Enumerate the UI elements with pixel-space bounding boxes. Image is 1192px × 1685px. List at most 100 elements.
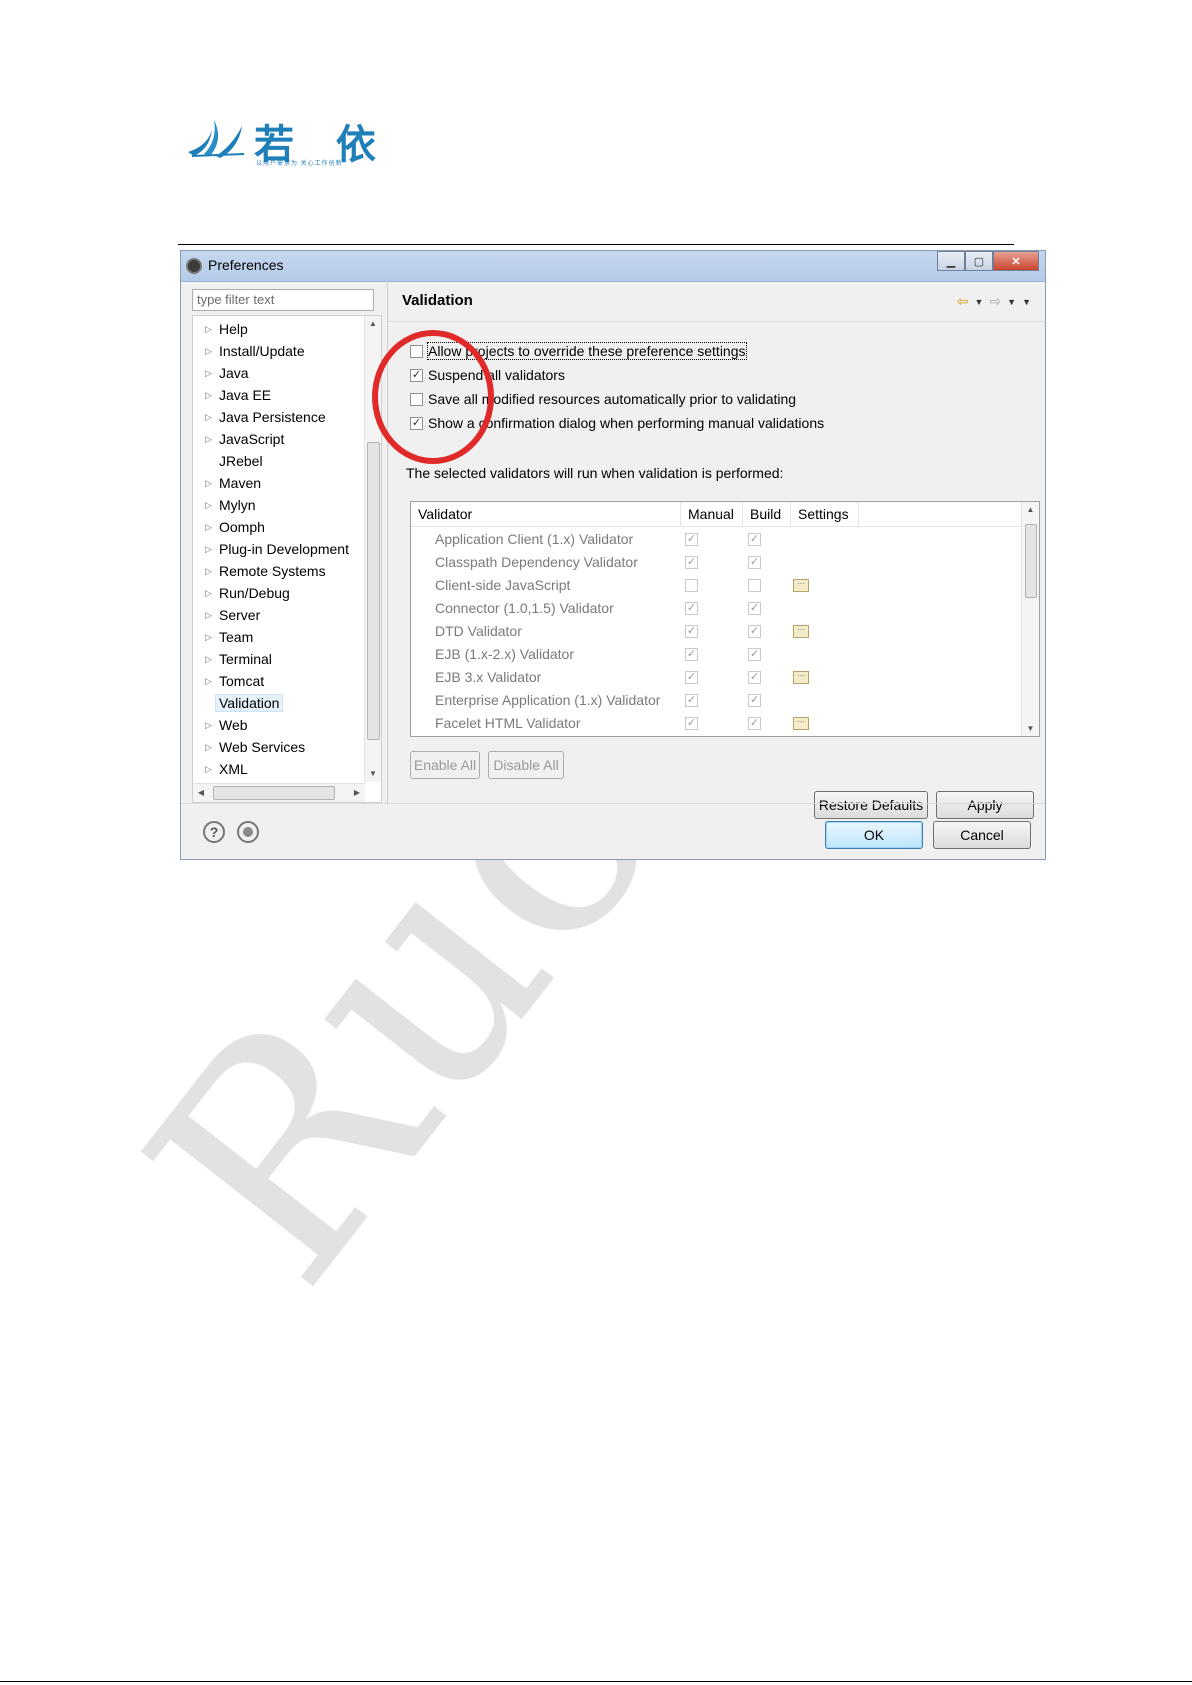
enable-all-button[interactable]: Enable All — [410, 751, 480, 779]
option-checkbox-row[interactable]: ✓ Suspend all validators — [410, 365, 565, 385]
build-checkbox[interactable]: ✓ — [748, 602, 761, 615]
table-row[interactable]: EJB (1.x-2.x) Validator ✓ ✓ — [411, 643, 1023, 666]
tree-item[interactable]: ▷ Install/Update — [193, 340, 361, 362]
settings-button[interactable]: ··· — [793, 717, 809, 730]
view-menu-icon[interactable]: ▼ — [1022, 297, 1031, 310]
maximize-icon[interactable]: ▢ — [965, 251, 993, 271]
expand-arrow-icon[interactable]: ▷ — [205, 758, 212, 780]
back-dropdown-icon[interactable]: ▼ — [975, 297, 984, 310]
option-checkbox[interactable]: ✓ — [410, 416, 423, 430]
tree-item[interactable]: ▷ XML — [193, 758, 361, 780]
build-checkbox[interactable]: ✓ — [748, 717, 761, 730]
tree-vertical-scrollbar[interactable]: ▲ ▼ — [364, 316, 381, 782]
scroll-thumb[interactable] — [213, 786, 335, 800]
record-icon[interactable] — [237, 821, 259, 843]
expand-arrow-icon[interactable]: ▷ — [205, 670, 212, 692]
option-checkbox-row[interactable]: Allow projects to override these prefere… — [410, 341, 747, 361]
expand-arrow-icon[interactable]: ▷ — [205, 384, 212, 406]
expand-arrow-icon[interactable]: ▷ — [205, 560, 212, 582]
manual-checkbox[interactable]: ✓ — [685, 648, 698, 661]
build-checkbox[interactable]: ✓ — [748, 533, 761, 546]
table-vertical-scrollbar[interactable]: ▲ ▼ — [1021, 502, 1039, 736]
table-row[interactable]: Enterprise Application (1.x) Validator ✓ ✓ — [411, 689, 1023, 712]
table-row[interactable]: Application Client (1.x) Validator ✓ ✓ — [411, 528, 1023, 551]
close-icon[interactable]: ✕ — [993, 251, 1039, 271]
tree-item[interactable]: ▷ Maven — [193, 472, 361, 494]
expand-arrow-icon[interactable]: ▷ — [205, 362, 212, 384]
tree-item[interactable]: ▷ Terminal — [193, 648, 361, 670]
table-row[interactable]: Client-side JavaScript ··· — [411, 574, 1023, 597]
help-icon[interactable]: ? — [203, 821, 225, 843]
table-row[interactable]: Classpath Dependency Validator ✓ ✓ — [411, 551, 1023, 574]
table-row[interactable]: DTD Validator ✓ ✓ ··· — [411, 620, 1023, 643]
title-bar[interactable]: Preferences ▁ ▢ ✕ — [181, 251, 1045, 282]
column-header-build[interactable]: Build — [743, 502, 791, 526]
tree-item[interactable]: ▷ Team — [193, 626, 361, 648]
settings-button[interactable]: ··· — [793, 671, 809, 684]
scroll-thumb[interactable] — [367, 442, 380, 740]
ok-button[interactable]: OK — [825, 821, 923, 849]
manual-checkbox[interactable]: ✓ — [685, 717, 698, 730]
build-checkbox[interactable]: ✓ — [748, 648, 761, 661]
tree-item[interactable]: ▷ Web Services — [193, 736, 361, 758]
tree-item[interactable]: ▷ Java Persistence — [193, 406, 361, 428]
expand-arrow-icon[interactable]: ▷ — [205, 494, 212, 516]
build-checkbox[interactable]: ✓ — [748, 694, 761, 707]
expand-arrow-icon[interactable]: ▷ — [205, 340, 212, 362]
cancel-button[interactable]: Cancel — [933, 821, 1031, 849]
build-checkbox[interactable]: ✓ — [748, 556, 761, 569]
disable-all-button[interactable]: Disable All — [488, 751, 564, 779]
expand-arrow-icon[interactable]: ▷ — [205, 626, 212, 648]
table-row[interactable]: Facelet HTML Validator ✓ ✓ ··· — [411, 712, 1023, 735]
settings-button[interactable]: ··· — [793, 625, 809, 638]
tree-horizontal-scrollbar[interactable]: ◀ ▶ — [193, 783, 365, 802]
tree-item[interactable]: ▷ Tomcat — [193, 670, 361, 692]
option-checkbox[interactable] — [410, 392, 423, 406]
tree-item[interactable]: ▷ Java EE — [193, 384, 361, 406]
table-row[interactable]: Connector (1.0,1.5) Validator ✓ ✓ — [411, 597, 1023, 620]
manual-checkbox[interactable]: ✓ — [685, 556, 698, 569]
tree-item[interactable]: JRebel — [193, 450, 361, 472]
filter-input[interactable]: type filter text — [192, 289, 374, 311]
scroll-down-icon[interactable]: ▼ — [365, 766, 381, 782]
tree-item[interactable]: ▷ Oomph — [193, 516, 361, 538]
tree-item[interactable]: ▷ Web — [193, 714, 361, 736]
option-checkbox-row[interactable]: Save all modified resources automaticall… — [410, 389, 796, 409]
tree-item[interactable]: ▷ Plug-in Development — [193, 538, 361, 560]
expand-arrow-icon[interactable]: ▷ — [205, 472, 212, 494]
option-checkbox-row[interactable]: ✓ Show a confirmation dialog when perform… — [410, 413, 824, 433]
scroll-right-icon[interactable]: ▶ — [349, 784, 365, 802]
tree-item[interactable]: ▷ Remote Systems — [193, 560, 361, 582]
expand-arrow-icon[interactable]: ▷ — [205, 318, 212, 340]
build-checkbox[interactable]: ✓ — [748, 671, 761, 684]
manual-checkbox[interactable]: ✓ — [685, 533, 698, 546]
column-header-manual[interactable]: Manual — [681, 502, 743, 526]
table-row[interactable]: EJB 3.x Validator ✓ ✓ ··· — [411, 666, 1023, 689]
build-checkbox[interactable]: ✓ — [748, 625, 761, 638]
tree-item[interactable]: ▷ Help — [193, 318, 361, 340]
scroll-left-icon[interactable]: ◀ — [193, 784, 209, 802]
expand-arrow-icon[interactable]: ▷ — [205, 604, 212, 626]
tree-item[interactable]: Validation — [193, 692, 361, 714]
build-checkbox[interactable] — [748, 579, 761, 592]
forward-arrow-icon[interactable]: ⇨ — [989, 293, 1001, 310]
back-arrow-icon[interactable]: ⇦ — [957, 293, 969, 310]
column-header-settings[interactable]: Settings — [791, 502, 859, 526]
tree-item[interactable]: ▷ Java — [193, 362, 361, 384]
expand-arrow-icon[interactable]: ▷ — [205, 736, 212, 758]
expand-arrow-icon[interactable]: ▷ — [205, 428, 212, 450]
scroll-up-icon[interactable]: ▲ — [365, 316, 381, 332]
manual-checkbox[interactable]: ✓ — [685, 602, 698, 615]
manual-checkbox[interactable]: ✓ — [685, 625, 698, 638]
tree-item[interactable]: ▷ JavaScript — [193, 428, 361, 450]
expand-arrow-icon[interactable]: ▷ — [205, 648, 212, 670]
tree-item[interactable]: ▷ Mylyn — [193, 494, 361, 516]
manual-checkbox[interactable]: ✓ — [685, 694, 698, 707]
manual-checkbox[interactable]: ✓ — [685, 671, 698, 684]
column-header-validator[interactable]: Validator — [411, 502, 681, 526]
tree-item[interactable]: ▷ Run/Debug — [193, 582, 361, 604]
expand-arrow-icon[interactable]: ▷ — [205, 406, 212, 428]
expand-arrow-icon[interactable]: ▷ — [205, 538, 212, 560]
minimize-icon[interactable]: ▁ — [937, 251, 965, 271]
expand-arrow-icon[interactable]: ▷ — [205, 516, 212, 538]
